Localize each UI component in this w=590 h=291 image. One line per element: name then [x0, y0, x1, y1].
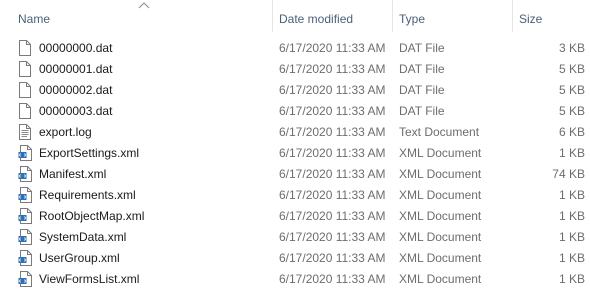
generic-file-icon	[18, 59, 34, 80]
file-row[interactable]: RootObjectMap.xml 6/17/2020 11:33 AM XML D…	[0, 206, 590, 227]
file-name: 00000000.dat	[39, 41, 113, 55]
generic-file-icon	[18, 38, 34, 59]
file-name: export.log	[39, 125, 92, 139]
file-type: XML Document	[399, 188, 482, 202]
file-date-modified: 6/17/2020 11:33 AM	[279, 62, 386, 76]
file-size: 1 KB	[558, 251, 585, 265]
column-header-type[interactable]: Type	[392, 0, 512, 32]
xml-document-icon	[18, 227, 34, 248]
file-name: ViewFormsList.xml	[39, 272, 140, 286]
file-name: Requirements.xml	[39, 188, 136, 202]
xml-document-icon	[18, 269, 34, 290]
file-size: 3 KB	[558, 41, 585, 55]
file-row[interactable]: 00000003.dat 6/17/2020 11:33 AM DAT File 5 …	[0, 101, 590, 122]
xml-document-icon	[18, 164, 34, 185]
file-size: 6 KB	[558, 125, 585, 139]
file-name: RootObjectMap.xml	[39, 209, 145, 223]
file-row[interactable]: 00000000.dat 6/17/2020 11:33 AM DAT File 3 …	[0, 38, 590, 59]
xml-document-icon	[18, 248, 34, 269]
file-type: XML Document	[399, 272, 482, 286]
file-name: 00000001.dat	[39, 62, 113, 76]
file-date-modified: 6/17/2020 11:33 AM	[279, 251, 386, 265]
file-type: DAT File	[399, 62, 445, 76]
xml-document-icon	[18, 185, 34, 206]
file-date-modified: 6/17/2020 11:33 AM	[279, 146, 386, 160]
file-size: 1 KB	[558, 272, 585, 286]
file-type: XML Document	[399, 251, 482, 265]
file-date-modified: 6/17/2020 11:33 AM	[279, 188, 386, 202]
xml-document-icon	[18, 143, 34, 164]
file-date-modified: 6/17/2020 11:33 AM	[279, 230, 386, 244]
file-date-modified: 6/17/2020 11:33 AM	[279, 209, 386, 223]
file-explorer-details-view: Name Date modified Type Size 00000000.da…	[0, 0, 590, 291]
file-type: XML Document	[399, 230, 482, 244]
generic-file-icon	[18, 101, 34, 122]
file-date-modified: 6/17/2020 11:33 AM	[279, 104, 386, 118]
file-row[interactable]: SystemData.xml 6/17/2020 11:33 AM XML Docu…	[0, 227, 590, 248]
file-size: 1 KB	[558, 188, 585, 202]
file-row[interactable]: ViewFormsList.xml 6/17/2020 11:33 AM XML D…	[0, 269, 590, 290]
file-row[interactable]: ExportSettings.xml 6/17/2020 11:33 AM XML …	[0, 143, 590, 164]
file-row[interactable]: Manifest.xml 6/17/2020 11:33 AM XML Docume…	[0, 164, 590, 185]
file-name: Manifest.xml	[39, 167, 107, 181]
file-date-modified: 6/17/2020 11:33 AM	[279, 167, 386, 181]
file-row[interactable]: 00000002.dat 6/17/2020 11:33 AM DAT File 5 …	[0, 80, 590, 101]
file-size: 5 KB	[558, 104, 585, 118]
column-header-name[interactable]: Name	[12, 0, 270, 32]
text-document-icon	[18, 122, 34, 143]
generic-file-icon	[18, 80, 34, 101]
file-size: 1 KB	[558, 146, 585, 160]
file-date-modified: 6/17/2020 11:33 AM	[279, 83, 386, 97]
file-row[interactable]: 00000001.dat 6/17/2020 11:33 AM DAT File 5 …	[0, 59, 590, 80]
file-name: SystemData.xml	[39, 230, 127, 244]
file-type: XML Document	[399, 167, 482, 181]
file-row[interactable]: export.log 6/17/2020 11:33 AM Text Documen…	[0, 122, 590, 143]
file-type: DAT File	[399, 41, 445, 55]
file-type: DAT File	[399, 104, 445, 118]
column-header-bar: Name Date modified Type Size	[0, 0, 590, 33]
file-name: ExportSettings.xml	[39, 146, 140, 160]
file-list: 00000000.dat 6/17/2020 11:33 AM DAT File 3 …	[0, 38, 590, 290]
file-date-modified: 6/17/2020 11:33 AM	[279, 272, 386, 286]
file-size: 74 KB	[552, 167, 585, 181]
file-size: 1 KB	[558, 230, 585, 244]
file-row[interactable]: UserGroup.xml 6/17/2020 11:33 AM XML Docum…	[0, 248, 590, 269]
file-row[interactable]: Requirements.xml 6/17/2020 11:33 AM XML Do…	[0, 185, 590, 206]
file-size: 5 KB	[558, 62, 585, 76]
xml-document-icon	[18, 206, 34, 227]
file-name: 00000002.dat	[39, 83, 113, 97]
file-type: XML Document	[399, 146, 482, 160]
file-name: UserGroup.xml	[39, 251, 120, 265]
file-size: 5 KB	[558, 83, 585, 97]
file-type: Text Document	[399, 125, 480, 139]
file-type: DAT File	[399, 83, 445, 97]
file-name: 00000003.dat	[39, 104, 113, 118]
column-header-date-modified[interactable]: Date modified	[272, 0, 392, 32]
file-size: 1 KB	[558, 209, 585, 223]
file-type: XML Document	[399, 209, 482, 223]
column-header-size[interactable]: Size	[512, 0, 590, 32]
file-date-modified: 6/17/2020 11:33 AM	[279, 125, 386, 139]
file-date-modified: 6/17/2020 11:33 AM	[279, 41, 386, 55]
